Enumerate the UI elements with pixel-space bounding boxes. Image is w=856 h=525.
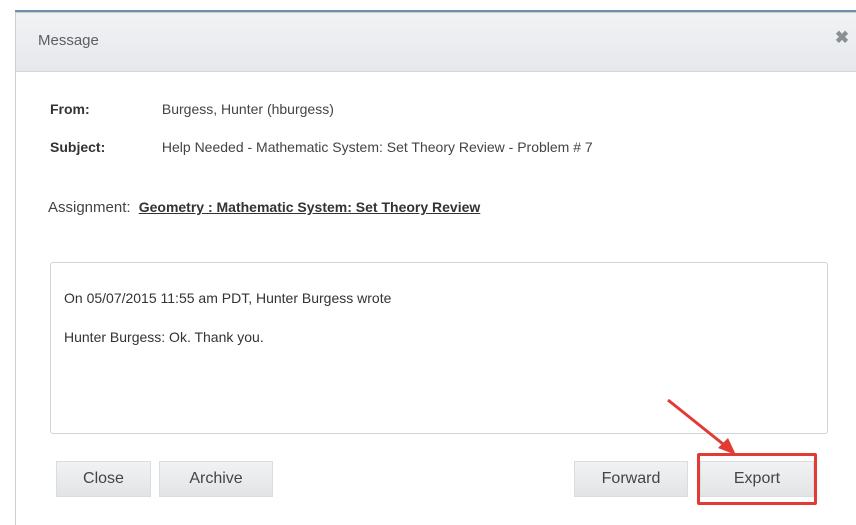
archive-button[interactable]: Archive [159, 461, 273, 497]
subject-value: Help Needed - Mathematic System: Set The… [161, 139, 593, 155]
assignment-link[interactable]: Geometry : Mathematic System: Set Theory… [139, 199, 481, 215]
subject-label: Subject: [50, 139, 106, 155]
dialog-title: Message [38, 32, 99, 49]
dialog-titlebar[interactable]: Message ✖ [16, 13, 856, 72]
subject-row: Subject: Help Needed - Mathematic System… [50, 139, 593, 155]
export-highlight-box [697, 453, 817, 505]
from-value: Burgess, Hunter (hburgess) [161, 101, 334, 117]
from-row: From: Burgess, Hunter (hburgess) [50, 101, 334, 117]
assignment-label: Assignment: [48, 199, 131, 216]
annotation-arrow-icon [667, 398, 736, 455]
assignment-row: Assignment: Geometry : Mathematic System… [48, 199, 480, 216]
message-dialog: Message ✖ From: Burgess, Hunter (hburges… [15, 12, 856, 525]
message-body-header: On 05/07/2015 11:55 am PDT, Hunter Burge… [64, 290, 392, 306]
from-label: From: [50, 101, 90, 117]
page-top-strip [0, 0, 856, 12]
message-body-text: Hunter Burgess: Ok. Thank you. [64, 329, 264, 345]
close-icon[interactable]: ✖ [832, 28, 852, 48]
close-button[interactable]: Close [56, 461, 151, 497]
forward-button[interactable]: Forward [574, 461, 688, 497]
